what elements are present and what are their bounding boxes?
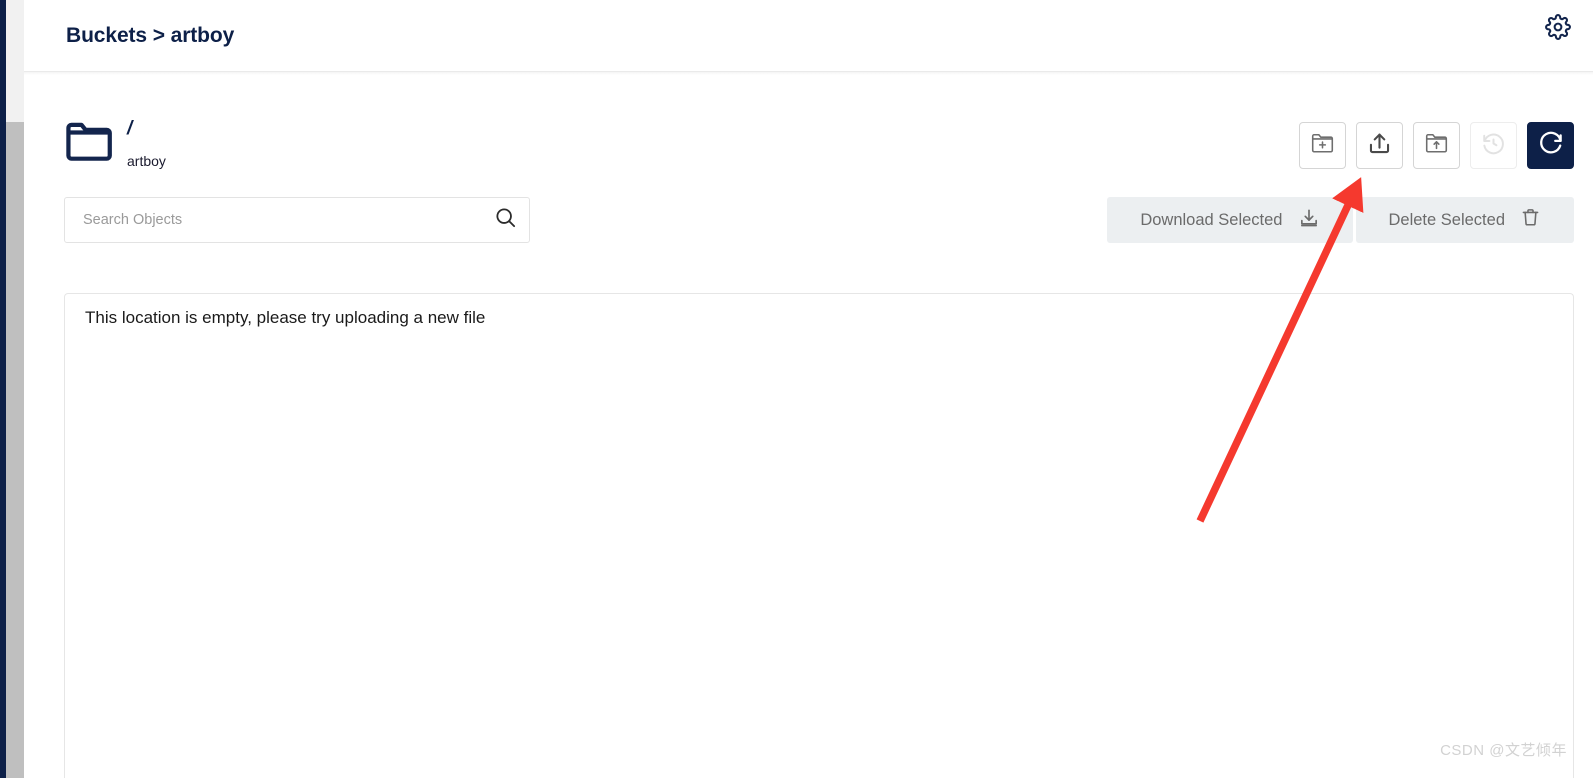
path-separator: /	[127, 118, 133, 139]
minio-object-browser-page: Buckets > artboy / artboy Search Objects…	[0, 0, 1593, 778]
search-objects-field[interactable]	[64, 197, 530, 243]
search-input[interactable]	[65, 198, 481, 242]
create-folder-button[interactable]	[1299, 122, 1346, 169]
header-divider	[24, 72, 1593, 75]
page-header: Buckets > artboy	[24, 0, 1593, 72]
object-browser-toolbar	[1299, 122, 1574, 169]
breadcrumb: Buckets > artboy	[66, 23, 235, 47]
search-icon	[494, 206, 517, 234]
folder-icon	[64, 119, 114, 168]
watermark: CSDN @文艺倾年	[1440, 742, 1567, 759]
trash-icon	[1520, 207, 1541, 233]
download-icon	[1298, 207, 1320, 234]
gear-icon	[1545, 13, 1571, 45]
path-labels: / artboy	[127, 117, 166, 172]
selection-actions: Download Selected Delete Selected	[1107, 197, 1574, 243]
download-selected-label: Download Selected	[1140, 210, 1283, 229]
object-list-panel: This location is empty, please try uploa…	[64, 293, 1574, 778]
bucket-name: artboy	[127, 153, 166, 169]
clock-rewind-icon	[1481, 131, 1506, 161]
refresh-icon	[1538, 130, 1564, 161]
search-button[interactable]	[481, 198, 529, 242]
upload-folder-button[interactable]	[1413, 122, 1460, 169]
download-selected-button[interactable]: Download Selected	[1107, 197, 1353, 243]
refresh-button[interactable]	[1527, 122, 1574, 169]
current-path-block: / artboy	[64, 117, 166, 172]
folder-upload-icon	[1424, 132, 1449, 159]
page-scrollbar-thumb[interactable]	[6, 122, 24, 778]
settings-button[interactable]	[1539, 10, 1577, 48]
rewind-button[interactable]	[1470, 122, 1517, 169]
delete-selected-label: Delete Selected	[1388, 210, 1506, 229]
upload-file-button[interactable]	[1356, 122, 1403, 169]
delete-selected-button[interactable]: Delete Selected	[1355, 197, 1574, 243]
empty-state-message: This location is empty, please try uploa…	[85, 308, 486, 327]
upload-icon	[1367, 131, 1392, 161]
folder-plus-icon	[1310, 132, 1335, 159]
